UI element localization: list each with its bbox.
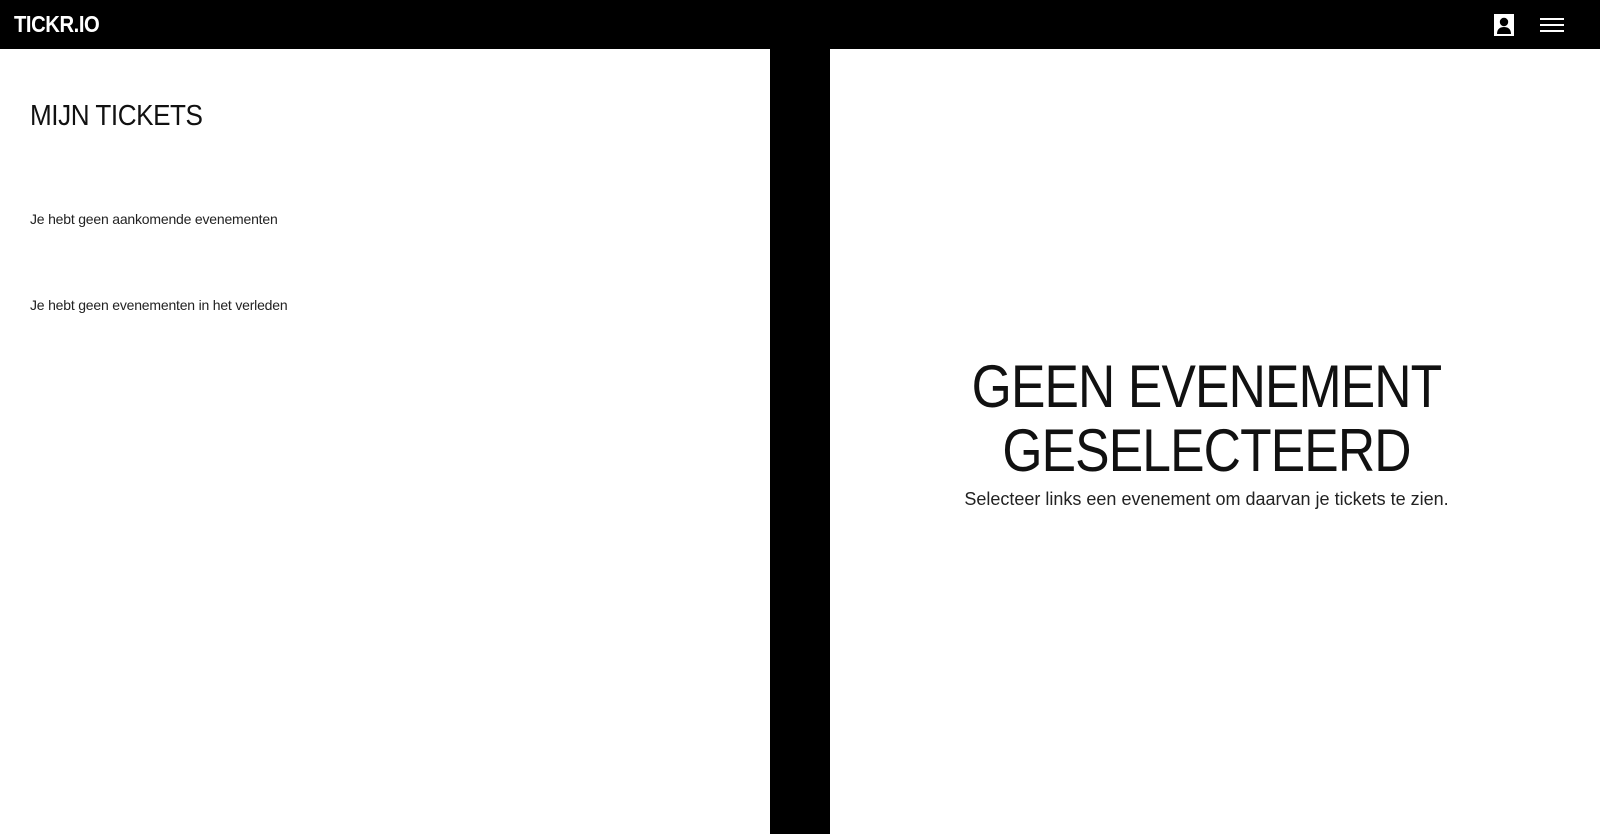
- no-event-subtitle: Selecteer links een evenement om daarvan…: [964, 489, 1449, 509]
- user-icon: [1494, 13, 1514, 36]
- tickets-panel: MIJN TICKETS Je hebt geen aankomende eve…: [0, 49, 770, 834]
- page-title: MIJN TICKETS: [30, 100, 203, 132]
- event-detail-panel: GEEN EVENEMENT GESELECTEERD Selecteer li…: [830, 49, 1600, 834]
- hamburger-menu-icon: [1540, 17, 1564, 32]
- no-event-selected: GEEN EVENEMENT GESELECTEERD Selecteer li…: [830, 355, 1583, 510]
- panel-divider: [770, 49, 830, 834]
- topbar-actions: [1492, 13, 1564, 37]
- top-bar: TICKR.IO: [0, 0, 1600, 49]
- no-event-title-line1: GEEN EVENEMENT: [971, 353, 1443, 420]
- scrollbar-area: [1583, 49, 1600, 834]
- logo[interactable]: TICKR.IO: [14, 11, 100, 38]
- main-layout: MIJN TICKETS Je hebt geen aankomende eve…: [0, 49, 1600, 834]
- upcoming-events-empty-message: Je hebt geen aankomende evenementen: [30, 211, 278, 227]
- account-button[interactable]: [1492, 13, 1516, 37]
- past-events-empty-message: Je hebt geen evenementen in het verleden: [30, 297, 288, 313]
- no-event-title-line2: GESELECTEERD: [1002, 417, 1411, 484]
- menu-button[interactable]: [1540, 13, 1564, 37]
